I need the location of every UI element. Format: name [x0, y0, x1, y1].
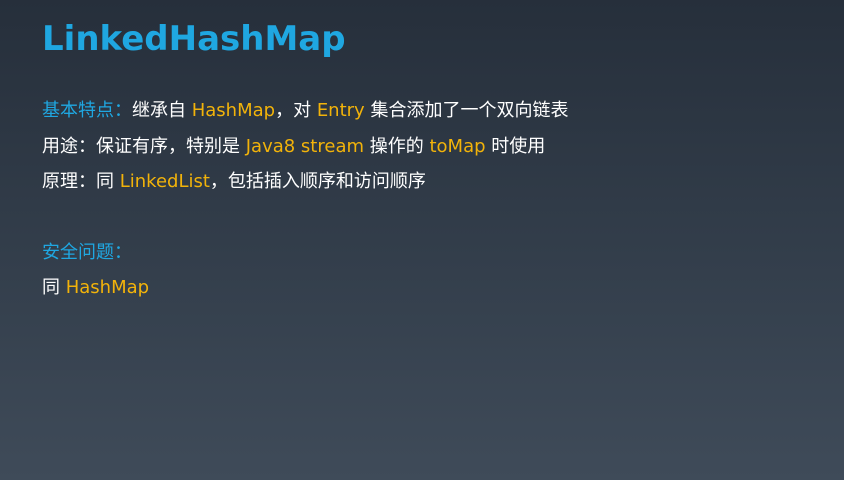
- safety-line: 同 HashMap: [42, 275, 149, 301]
- principle-label: 原理：: [42, 171, 96, 192]
- usage-keyword-tomap: toMap: [429, 136, 486, 157]
- safety-text-1: 同: [42, 277, 66, 298]
- principle-keyword-linkedlist: LinkedList: [119, 171, 210, 192]
- features-line: 基本特点：继承自 HashMap，对 Entry 集合添加了一个双向链表: [42, 98, 568, 124]
- features-keyword-entry: Entry: [316, 100, 365, 121]
- safety-keyword-hashmap: HashMap: [65, 277, 150, 298]
- features-keyword-hashmap: HashMap: [191, 100, 276, 121]
- usage-text-3: 时使用: [485, 136, 546, 157]
- usage-text-2: 操作的: [364, 136, 430, 157]
- usage-text-1: 保证有序，特别是: [96, 136, 246, 157]
- slide: LinkedHashMap 基本特点：继承自 HashMap，对 Entry 集…: [42, 0, 822, 480]
- principle-text-2: ，包括插入顺序和访问顺序: [209, 171, 426, 192]
- usage-line: 用途：保证有序，特别是 Java8 stream 操作的 toMap 时使用: [42, 134, 545, 160]
- features-text-3: 集合添加了一个双向链表: [364, 100, 569, 121]
- features-label: 基本特点：: [42, 100, 132, 121]
- principle-line: 原理：同 LinkedList，包括插入顺序和访问顺序: [42, 169, 426, 195]
- usage-keyword-java8-stream: Java8 stream: [245, 136, 365, 157]
- slide-title: LinkedHashMap: [42, 19, 346, 59]
- features-text-2: ，对: [275, 100, 317, 121]
- usage-label: 用途：: [42, 136, 96, 157]
- safety-heading: 安全问题：: [42, 242, 132, 263]
- principle-text-1: 同: [96, 171, 120, 192]
- features-text-1: 继承自: [132, 100, 192, 121]
